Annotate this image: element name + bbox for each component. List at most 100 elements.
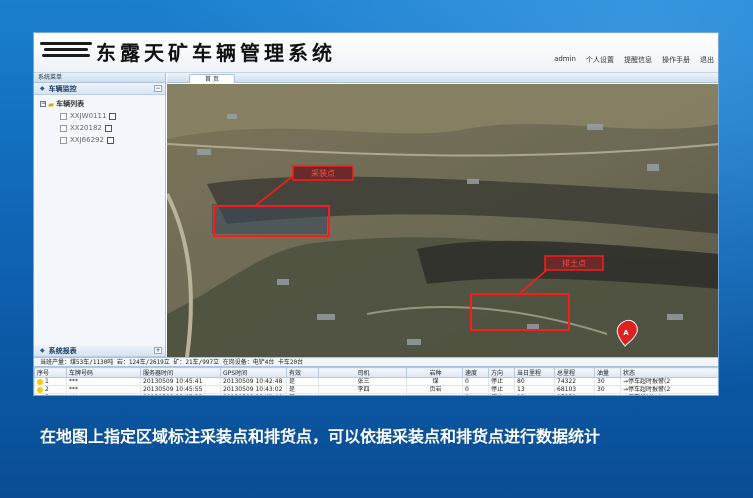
cell-text: 20130509 10:43:02: [223, 386, 283, 393]
vehicle-label: XXJW0111: [70, 112, 107, 120]
column-header[interactable]: 岩种: [406, 367, 463, 378]
table-cell: 页岩: [406, 385, 463, 394]
bottom-panel: ◆ 系统报表 +: [34, 345, 165, 357]
cell-text: 停止: [491, 386, 504, 393]
column-header[interactable]: 速度: [462, 367, 489, 378]
column-header[interactable]: GPS时间: [220, 367, 287, 378]
cell-text: 20130509 10:42:40: [223, 395, 282, 396]
table-cell: [594, 393, 621, 395]
loading-zone-label: 采装点: [311, 168, 335, 178]
cell-text: 1: [45, 378, 49, 385]
tree-root-vehicle-list[interactable]: − ▰ 车辆列表: [40, 98, 165, 110]
status-dot-icon: [37, 386, 43, 393]
tree-item-vehicle[interactable]: XX20182: [40, 122, 165, 134]
cell-text: 停止: [491, 378, 504, 385]
cell-text: 80: [517, 378, 525, 385]
expand-arrow-icon: ◆: [40, 346, 45, 354]
cell-text: 13: [517, 386, 525, 393]
tab-home[interactable]: 首 页: [189, 74, 235, 83]
column-header[interactable]: 车牌号码: [66, 367, 141, 378]
column-header[interactable]: 油量: [594, 367, 621, 378]
map-pond: [212, 204, 327, 234]
cell-text: 是: [289, 386, 296, 393]
table-cell: 12: [514, 393, 555, 395]
cell-text: 20130509 10:45:55: [143, 386, 203, 393]
status-dot-icon: [37, 394, 43, 395]
column-header[interactable]: 服务器时间: [140, 367, 221, 378]
table-cell: 3: [34, 393, 67, 396]
column-header[interactable]: 当日里程: [514, 367, 555, 378]
table-cell: 13: [514, 385, 555, 394]
app-header: 东露天矿车辆管理系统 admin 个人设置 提醒信息 操作手册 退出: [34, 33, 718, 73]
sidebar: 系统菜单 ◆ 车辆监控 − − ▰ 车辆列表 XXJW0111 XX20182: [34, 73, 166, 357]
column-header[interactable]: 有效: [286, 367, 319, 378]
vehicle-checkbox[interactable]: [104, 124, 112, 132]
table-cell: 李四: [318, 385, 407, 394]
expand-icon[interactable]: +: [154, 347, 162, 354]
table-cell: 是: [286, 377, 319, 386]
panel-statistics[interactable]: ◆ 系统报表 +: [34, 345, 165, 357]
table-header-row: 序号 车牌号码 服务器时间 GPS时间 有效 司机 岩种 速度 方向 当日里程 …: [34, 367, 718, 378]
nav-personal-settings[interactable]: 个人设置: [586, 55, 614, 65]
table-cell: 30: [594, 377, 621, 386]
cell-text: 张三: [357, 378, 370, 385]
table-row[interactable]: 1 *** 20130509 10:45:41 20130509 10:42:48 是 张…: [34, 377, 718, 386]
nav-reminders[interactable]: 提醒信息: [624, 55, 652, 65]
cell-text: 3: [45, 395, 49, 396]
app-title: 东露天矿车辆管理系统: [96, 41, 336, 65]
nav-manual[interactable]: 操作手册: [662, 55, 690, 65]
panel-vehicle-monitor[interactable]: ◆ 车辆监控 −: [34, 83, 165, 95]
slide-caption: 在地图上指定区域标注采装点和排货点，可以依据采装点和排货点进行数据统计: [40, 427, 601, 446]
table-cell: 煤: [406, 377, 463, 386]
table-cell: 是: [286, 393, 319, 395]
vehicle-icon: [60, 136, 67, 144]
table-cell: 80: [514, 377, 555, 386]
table-cell: 17859: [554, 393, 595, 395]
table-cell: →停车超时报警(2: [620, 377, 718, 386]
table-cell: 停止: [488, 393, 515, 396]
nav-user[interactable]: admin: [554, 55, 576, 65]
cell-text: 0: [465, 378, 469, 385]
column-header[interactable]: 状态: [620, 367, 718, 378]
column-header[interactable]: 总里程: [554, 367, 595, 378]
cell-text: 0: [465, 386, 469, 393]
cell-text: →停车(3Mim): [623, 395, 661, 396]
table-row[interactable]: 3 *** 20130509 10:45:33 20130509 10:42:40 是 0…: [34, 393, 718, 396]
cell-text: 30: [597, 386, 605, 393]
cell-text: 是: [289, 378, 296, 385]
table-cell: ***: [66, 377, 141, 386]
cell-text: 20130509 10:42:48: [223, 378, 283, 385]
column-header[interactable]: 方向: [488, 367, 515, 378]
cell-text: 停止: [491, 395, 503, 396]
cell-text: 68103: [557, 386, 577, 393]
status-dot-icon: [37, 378, 43, 385]
table-cell: [406, 393, 463, 395]
cell-text: 2: [45, 386, 49, 393]
vehicle-tree: − ▰ 车辆列表 XXJW0111 XX20182 XXJ66292: [34, 95, 165, 146]
vehicle-checkbox[interactable]: [106, 136, 114, 144]
app-window: 东露天矿车辆管理系统 admin 个人设置 提醒信息 操作手册 退出 系统菜单 …: [33, 32, 719, 396]
collapse-icon[interactable]: −: [154, 85, 162, 92]
vehicle-icon: [60, 112, 67, 120]
tree-item-vehicle[interactable]: XXJW0111: [40, 110, 165, 122]
satellite-map[interactable]: 采装点 排土点 A: [167, 84, 719, 357]
cell-text: 20130509 10:45:41: [143, 378, 203, 385]
vehicle-icon: [60, 124, 67, 132]
nav-logout[interactable]: 退出: [700, 55, 714, 65]
tab-bar: 首 页: [167, 73, 718, 83]
vehicle-table: 序号 车牌号码 服务器时间 GPS时间 有效 司机 岩种 速度 方向 当日里程 …: [34, 367, 718, 396]
tree-item-vehicle[interactable]: XXJ66292: [40, 134, 165, 146]
table-cell: 1: [34, 377, 67, 386]
column-header[interactable]: 司机: [318, 367, 407, 378]
top-nav: admin 个人设置 提醒信息 操作手册 退出: [554, 55, 714, 65]
column-header[interactable]: 序号: [34, 367, 67, 378]
vehicle-checkbox[interactable]: [109, 112, 117, 120]
tree-toggle-icon[interactable]: −: [40, 101, 46, 107]
cell-text: 李四: [357, 386, 370, 393]
logo-icon: [40, 42, 92, 64]
table-cell: 68103: [554, 385, 595, 394]
table-row[interactable]: 2 *** 20130509 10:45:55 20130509 10:43:02 是 李…: [34, 385, 718, 394]
table-cell: 停止: [488, 385, 515, 394]
table-cell: →停车超时报警(2: [620, 385, 718, 394]
table-cell: 0: [462, 377, 489, 386]
